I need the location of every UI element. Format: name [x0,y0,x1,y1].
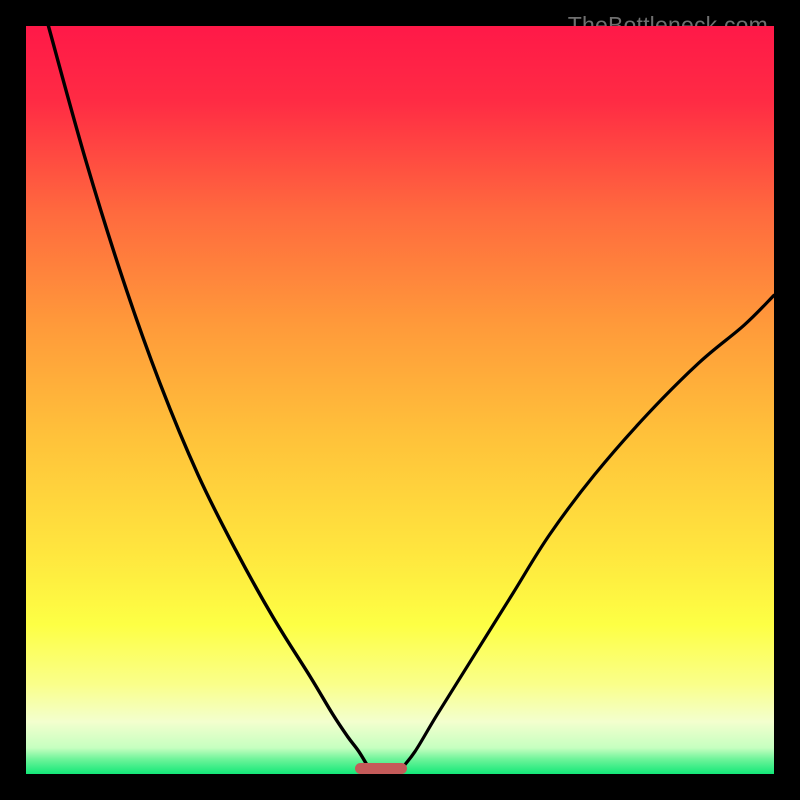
optimal-range-marker [355,763,407,774]
curve-right-branch [400,295,774,770]
chart-frame: TheBottleneck.com [14,14,786,786]
curve-left-branch [48,26,370,770]
plot-area [26,26,774,774]
bottleneck-curve [26,26,774,774]
